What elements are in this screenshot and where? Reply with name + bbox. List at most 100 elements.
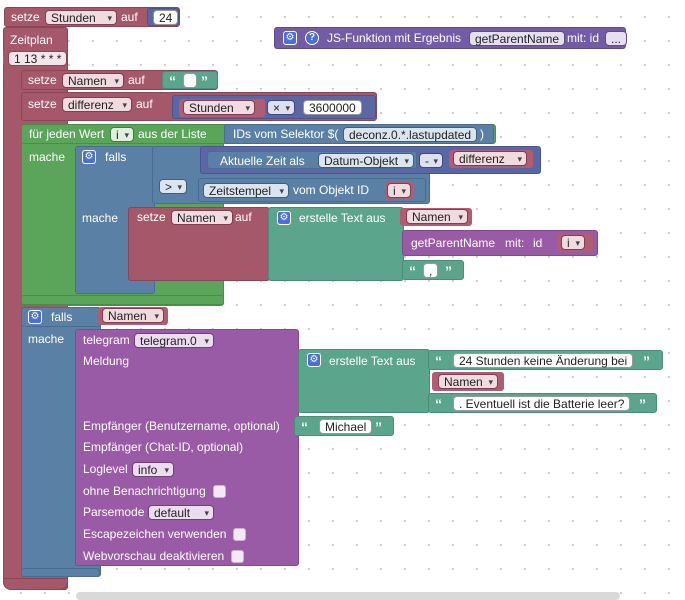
- number-block: 24: [147, 8, 179, 26]
- timestamp-dropdown[interactable]: Zeitstempel: [203, 183, 289, 198]
- empty-text-block: “ ”: [162, 71, 218, 89]
- gear-icon[interactable]: ⚙: [82, 150, 96, 164]
- set-diff-block[interactable]: setze differenz auf Stunden × 3600000: [21, 92, 377, 121]
- operator-dropdown[interactable]: ×: [267, 100, 295, 115]
- js-function-block[interactable]: ⚙ ? JS-Funktion mit Ergebnis getParentNa…: [274, 27, 628, 49]
- telegram-instance-dropdown[interactable]: telegram.0: [134, 333, 214, 348]
- loglevel-dropdown[interactable]: info: [132, 462, 174, 477]
- hours-var-dropdown[interactable]: Stunden: [45, 10, 117, 25]
- open-quote-icon: “: [435, 396, 442, 412]
- parsemode-label: Parsemode: [83, 505, 145, 519]
- now-label: Aktuelle Zeit als: [220, 154, 305, 168]
- ts-var-dropdown[interactable]: i: [387, 183, 411, 198]
- date-format-dropdown[interactable]: Datum-Objekt: [318, 153, 414, 168]
- horizontal-scrollbar[interactable]: [76, 592, 620, 600]
- parent-var-block: i: [557, 234, 593, 252]
- names-var-dropdown[interactable]: Namen: [62, 73, 124, 88]
- close-quote-icon: ”: [375, 419, 382, 435]
- parent-name-block[interactable]: getParentName mit: id i: [402, 230, 598, 256]
- close-quote-icon: ”: [445, 263, 452, 279]
- loop-var-dropdown[interactable]: i: [110, 127, 134, 142]
- diff-var-block: differenz: [449, 150, 533, 168]
- do-label: mache: [29, 150, 66, 164]
- recipient-value-field[interactable]: Michael: [319, 419, 373, 434]
- text1-field[interactable]: 24 Stunden keine Änderung bei: [453, 353, 634, 368]
- open-quote-icon: “: [435, 353, 442, 369]
- cron-field[interactable]: 1 13 * * *: [8, 51, 68, 66]
- escape-checkbox[interactable]: [233, 528, 246, 541]
- set-names2-block[interactable]: setze Namen auf: [128, 207, 270, 281]
- set-label: setze: [28, 73, 57, 87]
- schedule-label: Zeitplan: [10, 33, 53, 47]
- js-function-name-field[interactable]: getParentName: [469, 31, 566, 46]
- empty-text-field[interactable]: [183, 73, 197, 88]
- recipient-user-label: Empfänger (Benutzername, optional): [83, 419, 280, 433]
- create-text-label: erstelle Text aus: [299, 211, 386, 225]
- names-var-dropdown[interactable]: Namen: [171, 210, 233, 225]
- parent-mit-label: mit:: [505, 236, 525, 250]
- text1-block: “ 24 Stunden keine Änderung bei ”: [428, 350, 663, 370]
- set-label: setze: [137, 210, 166, 224]
- foreach-footer: [21, 295, 224, 305]
- loglevel-label: Loglevel: [83, 462, 128, 476]
- recipient-text-block: “ Michael ”: [294, 416, 394, 436]
- recipient-chat-label: Empfänger (Chat-ID, optional): [83, 440, 244, 454]
- timestamp-block: Zeitstempel vom Objekt ID i: [198, 178, 426, 202]
- if2-var-block: Namen: [98, 307, 168, 325]
- multiply-block: Stunden × 3600000: [172, 95, 376, 119]
- do-label: mache: [28, 332, 65, 346]
- names-var-dropdown[interactable]: Namen: [406, 209, 468, 224]
- diff-var-dropdown[interactable]: differenz: [62, 97, 132, 112]
- ts-var-block: i: [385, 182, 413, 200]
- gear-icon[interactable]: ⚙: [28, 310, 42, 324]
- parsemode-dropdown[interactable]: default: [148, 505, 214, 520]
- parent-name-label: getParentName: [411, 236, 496, 250]
- to-label: auf: [128, 73, 145, 87]
- if-label: falls: [105, 150, 127, 164]
- factor-field[interactable]: 3600000: [303, 100, 362, 115]
- to-label: auf: [235, 210, 252, 224]
- now-block: Aktuelle Zeit als Datum-Objekt: [207, 151, 417, 169]
- minus-operator-dropdown[interactable]: -: [419, 153, 443, 168]
- webpreview-checkbox[interactable]: [231, 550, 244, 563]
- text2-field[interactable]: . Eventuell ist die Batterie leer?: [453, 396, 631, 411]
- open-quote-icon: “: [169, 73, 176, 89]
- compare-operator-dropdown[interactable]: >: [159, 179, 187, 194]
- parent-id-label: id: [533, 236, 543, 250]
- close-quote-icon: ”: [639, 396, 646, 412]
- js-function-params-label: mit: id: [567, 31, 600, 45]
- gear-icon[interactable]: ⚙: [307, 353, 321, 367]
- parent-var-dropdown[interactable]: i: [561, 235, 585, 250]
- minus-block: Aktuelle Zeit als Datum-Objekt - differe…: [200, 146, 541, 174]
- telegram-block[interactable]: telegram telegram.0 Meldung Empfänger (B…: [75, 329, 299, 566]
- separator-field[interactable]: ,: [423, 263, 439, 278]
- silent-checkbox[interactable]: [213, 485, 226, 498]
- hours-value-field[interactable]: 24: [153, 10, 179, 25]
- js-function-more-button[interactable]: ...: [605, 31, 628, 46]
- js-function-label: JS-Funktion mit Ergebnis: [327, 31, 462, 45]
- help-icon[interactable]: ?: [305, 31, 319, 45]
- set-hours-block[interactable]: setze Stunden auf 24: [4, 7, 180, 27]
- text2-block: “ . Eventuell ist die Batterie leer? ”: [428, 393, 657, 413]
- escape-label: Escapezeichen verwenden: [83, 527, 227, 541]
- selector-field[interactable]: deconz.0.*.lastupdated: [343, 127, 478, 142]
- silent-label: ohne Benachrichtigung: [83, 484, 206, 498]
- gear-icon[interactable]: ⚙: [277, 211, 291, 225]
- text-var-block: Namen: [432, 372, 504, 391]
- create-text-block[interactable]: ⚙ erstelle Text aus: [268, 207, 404, 281]
- set-names-block[interactable]: setze Namen auf “ ”: [21, 70, 218, 90]
- gear-icon[interactable]: ⚙: [283, 31, 297, 45]
- close-quote-icon: ”: [643, 353, 650, 369]
- message-text-block[interactable]: ⚙ erstelle Text aus: [298, 349, 430, 413]
- diff-var-dropdown[interactable]: differenz: [453, 151, 527, 166]
- names-var-dropdown[interactable]: Namen: [438, 374, 498, 389]
- names-var-block: Namen: [400, 208, 472, 226]
- to-label: auf: [121, 10, 138, 24]
- open-quote-icon: “: [301, 419, 308, 435]
- names-var-dropdown[interactable]: Namen: [102, 308, 164, 323]
- foreach-label: für jeden Wert: [29, 127, 105, 141]
- schedule-footer: [3, 578, 68, 590]
- close-quote-icon: ”: [201, 73, 208, 89]
- hours-var-dropdown[interactable]: Stunden: [183, 100, 255, 115]
- to-label: auf: [136, 97, 153, 111]
